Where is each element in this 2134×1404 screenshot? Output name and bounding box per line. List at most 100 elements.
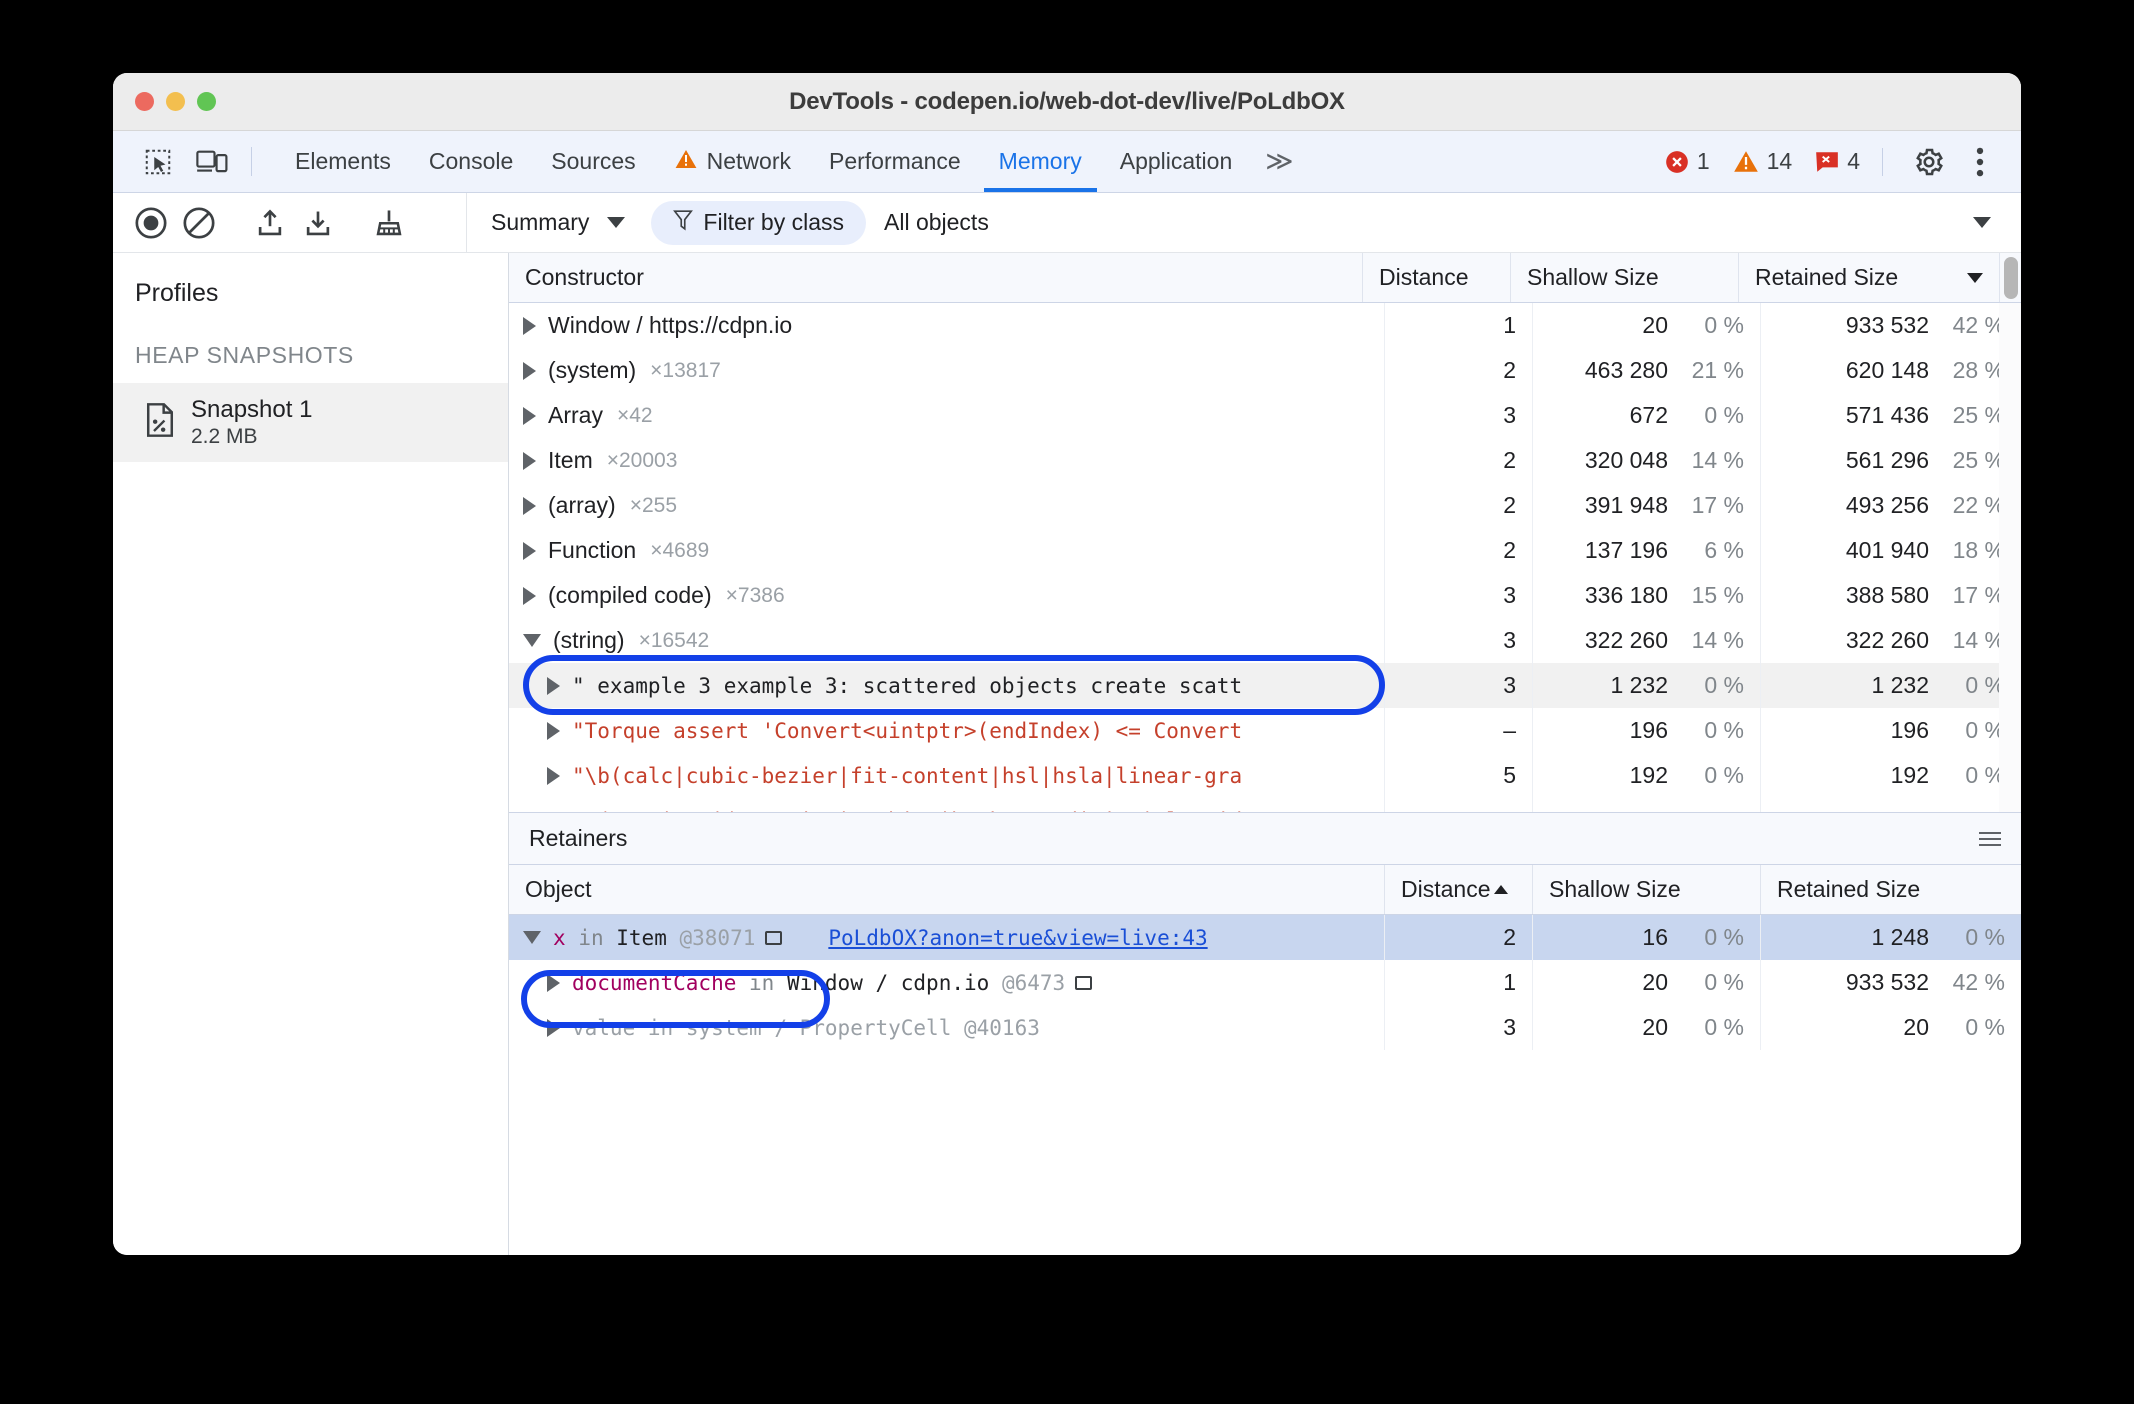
column-header-distance[interactable]: Distance <box>1385 865 1533 914</box>
scrollbar-thumb[interactable] <box>2004 257 2018 299</box>
table-row[interactable]: x in Item @38071 PoLdbOX?anon=true&view=l… <box>509 915 2021 960</box>
source-link[interactable]: PoLdbOX?anon=true&view=live:43 <box>828 926 1207 950</box>
filter-by-class-button[interactable]: Filter by class <box>651 200 866 245</box>
chevron-right-icon[interactable] <box>523 406 536 425</box>
retainers-titlebar: Retainers <box>509 813 2021 865</box>
inspect-element-icon[interactable] <box>131 131 185 192</box>
cell-object: documentCache in Window / cdpn.io @6473 <box>509 960 1385 1005</box>
column-header-shallow-size[interactable]: Shallow Size <box>1533 865 1761 914</box>
table-row[interactable]: documentCache in Window / cdpn.io @6473 1… <box>509 960 2021 1005</box>
table-row[interactable]: value in system / PropertyCell @40163 3 20… <box>509 1005 2021 1050</box>
shallow-value: 20 <box>1642 312 1668 338</box>
retained-percent: 18 % <box>1952 537 2005 563</box>
gear-icon[interactable] <box>1901 146 1957 178</box>
chevron-down-icon[interactable] <box>523 931 541 944</box>
column-header-shallow-size[interactable]: Shallow Size <box>1511 253 1739 302</box>
load-profile-icon[interactable] <box>246 199 294 247</box>
vertical-scrollbar[interactable] <box>1999 303 2021 812</box>
column-header-retained-size[interactable]: Retained Size <box>1761 865 2021 914</box>
view-select[interactable]: Summary <box>487 209 629 236</box>
shallow-percent: 0 % <box>1704 672 1744 698</box>
chevron-right-icon[interactable] <box>547 811 560 812</box>
collect-garbage-broom-icon[interactable] <box>365 199 413 247</box>
tab-elements[interactable]: Elements <box>276 131 410 192</box>
object-property-name: documentCache <box>572 970 737 995</box>
cell-shallow-size: 672 0 % <box>1533 393 1761 438</box>
chevron-right-icon[interactable] <box>547 1018 560 1037</box>
chevron-right-icon[interactable] <box>523 541 536 560</box>
snapshot-size: 2.2 MB <box>191 425 258 448</box>
retained-value: 20 <box>1903 1014 1929 1040</box>
message-badge[interactable]: 4 <box>1814 148 1860 175</box>
cell-constructor: "Torque assert 'Convert<uintptr>(endInde… <box>509 708 1385 753</box>
panel-menu-icon[interactable] <box>1979 831 2001 846</box>
clear-icon[interactable] <box>175 199 223 247</box>
chevron-right-icon[interactable] <box>523 496 536 515</box>
status-badges: 1 14 4 <box>1664 131 2021 192</box>
table-row[interactable]: (string) ×16542 3 322 260 14 % 322 260 14 % <box>509 618 2021 663</box>
chevron-right-icon[interactable] <box>523 316 536 335</box>
table-row[interactable]: Item ×20003 2 320 048 14 % 561 296 25 % <box>509 438 2021 483</box>
table-row[interactable]: Array ×42 3 672 0 % 571 436 25 % <box>509 393 2021 438</box>
instance-count: ×4689 <box>650 538 710 562</box>
object-class-name: Item <box>616 925 667 950</box>
record-heap-snapshot-icon[interactable] <box>127 199 175 247</box>
chevron-right-icon[interactable] <box>547 721 560 740</box>
tab-network[interactable]: Network <box>655 131 810 192</box>
tab-label: Performance <box>829 148 961 174</box>
retained-percent: 14 % <box>1952 627 2005 653</box>
dom-node-icon[interactable] <box>1075 975 1093 990</box>
tab-overflow-button[interactable]: ≫ <box>1251 131 1304 192</box>
table-row[interactable]: (compiled code) ×7386 3 336 180 15 % 388 580 1… <box>509 573 2021 618</box>
warning-badge[interactable]: 14 <box>1732 148 1792 175</box>
chevron-right-icon[interactable] <box>547 676 560 695</box>
column-header-distance[interactable]: Distance <box>1363 253 1511 302</box>
cell-retained-size: 561 296 25 % <box>1761 438 2021 483</box>
devtools-body: Profiles HEAP SNAPSHOTS Snapshot 1 2.2 M… <box>113 253 2021 1255</box>
more-vertical-icon[interactable] <box>1957 146 2003 178</box>
table-row[interactable]: Function ×4689 2 137 196 6 % 401 940 18 % <box>509 528 2021 573</box>
error-badge[interactable]: 1 <box>1664 148 1710 175</box>
chevron-down-icon[interactable] <box>523 634 541 647</box>
column-header-retained-size[interactable]: Retained Size <box>1739 253 1999 302</box>
table-row[interactable]: " example 3 example 3: scattered objects… <box>509 663 2021 708</box>
retainers-grid-body[interactable]: x in Item @38071 PoLdbOX?anon=true&view=l… <box>509 915 2021 1255</box>
objects-select[interactable]: All objects <box>884 209 2021 236</box>
table-row[interactable]: "Torque assert 'Convert<uintptr>(endInde… <box>509 708 2021 753</box>
tab-console[interactable]: Console <box>410 131 532 192</box>
column-header-object[interactable]: Object <box>509 865 1385 914</box>
cell-constructor: "^(?!on|src|(?:action|archive|background… <box>509 798 1385 812</box>
table-row[interactable]: "^(?!on|src|(?:action|archive|background… <box>509 798 2021 812</box>
save-profile-icon[interactable] <box>294 199 342 247</box>
cell-shallow-size: 322 260 14 % <box>1533 618 1761 663</box>
tab-application[interactable]: Application <box>1101 131 1252 192</box>
constructor-grid-body[interactable]: Window / https://cdpn.io 1 20 0 % 933 532 42 … <box>509 303 2021 812</box>
column-header-label: Distance <box>1401 876 1491 902</box>
cell-object: x in Item @38071 PoLdbOX?anon=true&view=l… <box>509 915 1385 960</box>
table-row[interactable]: (array) ×255 2 391 948 17 % 493 256 22 % <box>509 483 2021 528</box>
table-row[interactable]: (system) ×13817 2 463 280 21 % 620 148 28 % <box>509 348 2021 393</box>
tab-sources[interactable]: Sources <box>532 131 654 192</box>
shallow-value: 16 <box>1642 924 1668 950</box>
device-toolbar-icon[interactable] <box>185 131 239 192</box>
chevron-right-icon[interactable] <box>547 973 560 992</box>
cell-retained-size: 933 532 42 % <box>1761 960 2021 1005</box>
column-header-constructor[interactable]: Constructor <box>509 253 1363 302</box>
cell-shallow-size: 137 196 6 % <box>1533 528 1761 573</box>
chevron-right-icon[interactable] <box>523 451 536 470</box>
table-row[interactable]: Window / https://cdpn.io 1 20 0 % 933 532 42 … <box>509 303 2021 348</box>
tab-memory[interactable]: Memory <box>980 131 1101 192</box>
table-row[interactable]: "\b(calc|cubic-bezier|fit-content|hsl|hs… <box>509 753 2021 798</box>
cell-shallow-size: 463 280 21 % <box>1533 348 1761 393</box>
chevron-right-icon[interactable] <box>523 361 536 380</box>
tab-performance[interactable]: Performance <box>810 131 980 192</box>
dom-node-icon[interactable] <box>765 930 783 945</box>
chevron-right-icon[interactable] <box>523 586 536 605</box>
chevron-right-icon[interactable] <box>547 766 560 785</box>
sidebar-item-snapshot-1[interactable]: Snapshot 1 2.2 MB <box>113 383 508 462</box>
cell-retained-size: 322 260 14 % <box>1761 618 2021 663</box>
shallow-percent: 0 % <box>1704 762 1744 788</box>
cell-constructor: Array ×42 <box>509 393 1385 438</box>
sort-descending-icon <box>1967 272 1983 283</box>
shallow-percent: 0 % <box>1704 402 1744 428</box>
